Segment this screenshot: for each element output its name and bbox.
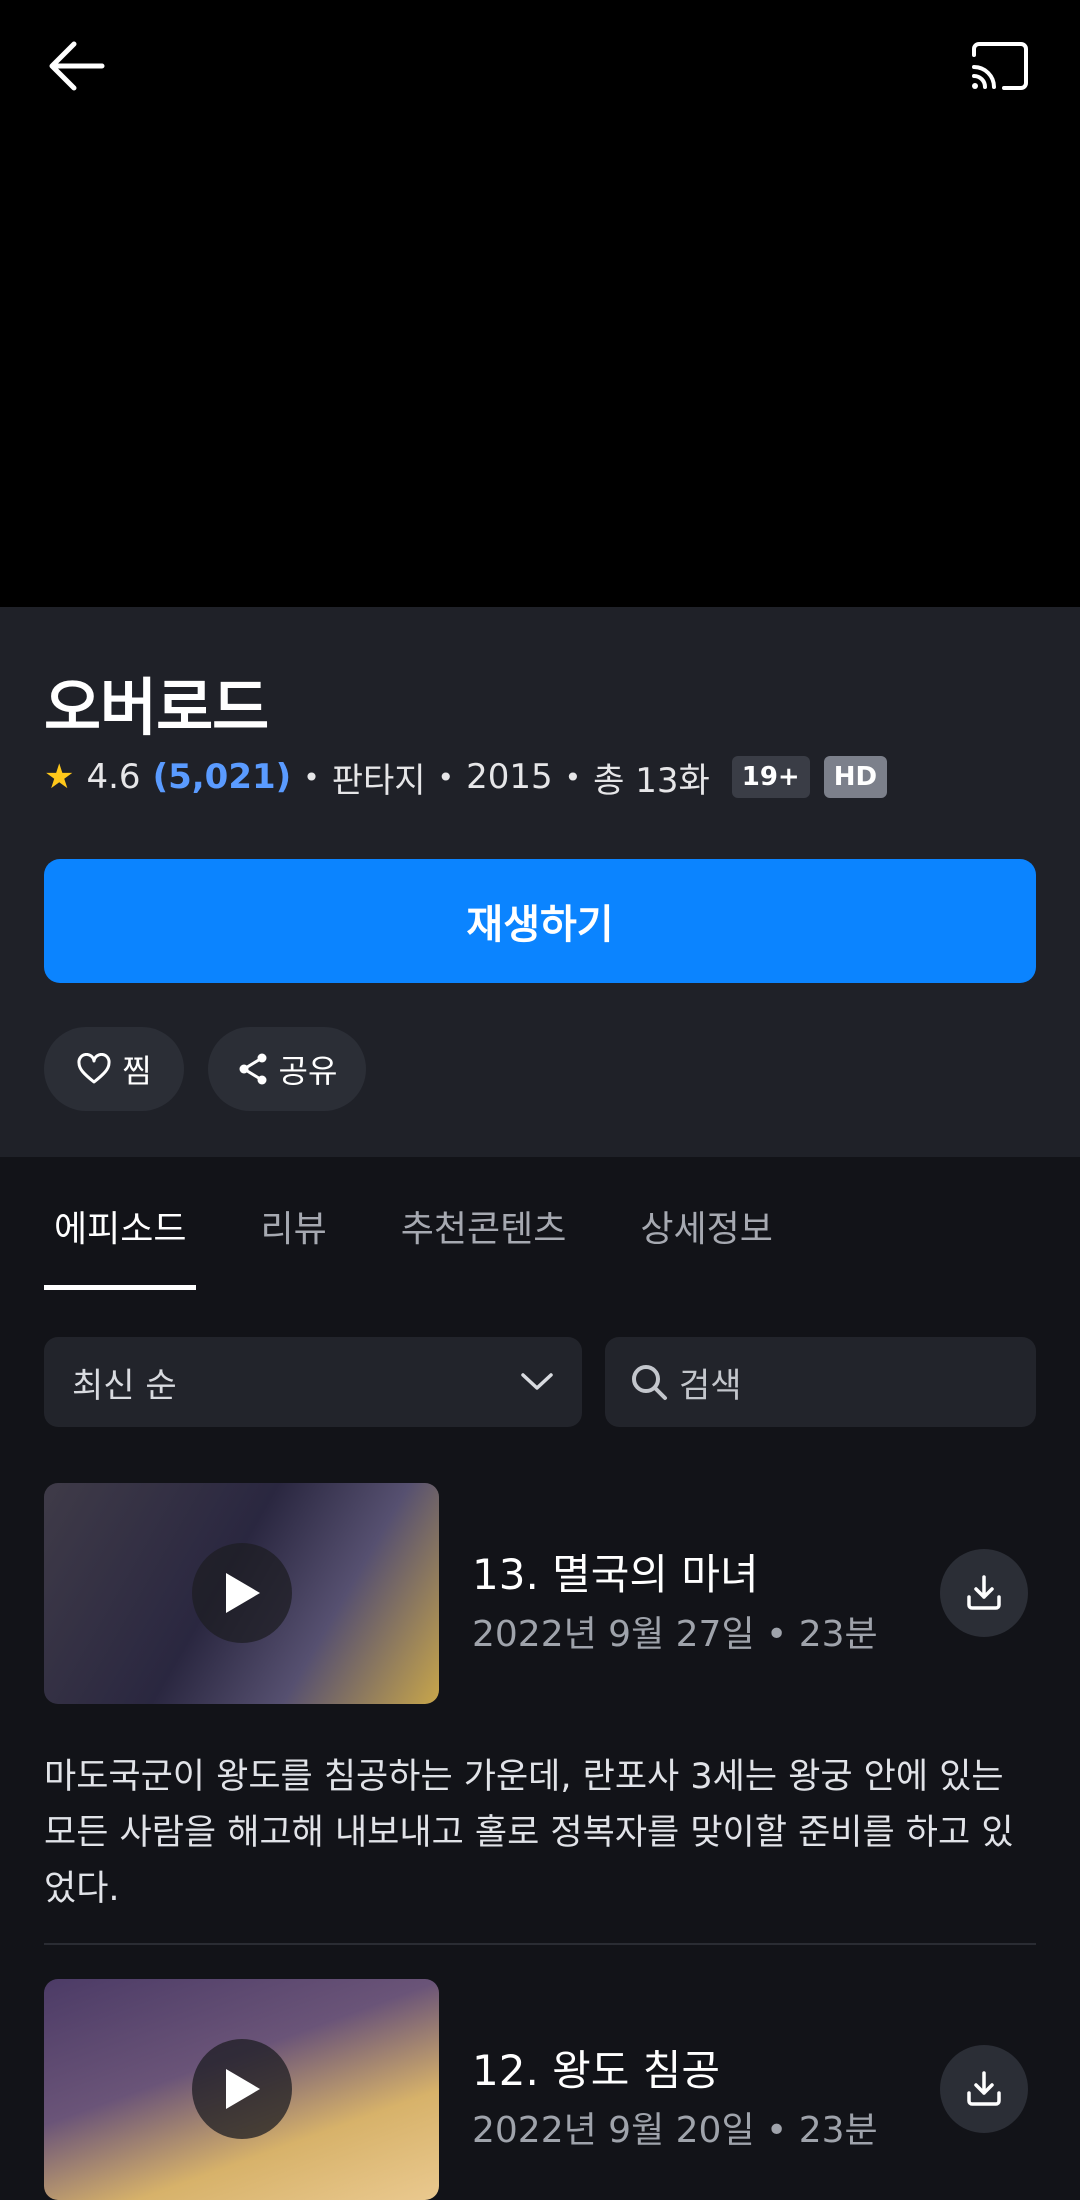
tab-recommended[interactable]: 추천콘텐츠 (391, 1200, 577, 1290)
show-meta: ★ 4.6 (5,021) • 판타지 • 2015 • 총 13화 19+ H… (44, 755, 888, 801)
episode-date: 2022년 9월 20일 (472, 2110, 755, 2151)
episode-thumbnail[interactable] (44, 1979, 439, 2200)
episode-meta: 2022년 9월 20일 • 23분 (472, 2101, 878, 2153)
episode-item: 13. 멸국의 마녀 2022년 9월 27일 • 23분 마도국군이 왕도를 … (44, 1483, 1036, 1913)
episode-duration: 23분 (798, 2110, 878, 2151)
episode-thumbnail[interactable] (44, 1483, 439, 1704)
age-rating-badge: 19+ (731, 756, 810, 798)
wishlist-label: 찜 (122, 1052, 152, 1090)
episode-title: 12. 왕도 침공 (472, 2046, 721, 2095)
tab-details[interactable]: 상세정보 (630, 1200, 782, 1290)
play-button[interactable]: 재생하기 (44, 859, 1036, 983)
episode-title: 13. 멸국의 마녀 (472, 1550, 759, 1599)
share-button[interactable]: 공유 (208, 1027, 366, 1111)
video-player-area[interactable] (0, 0, 1080, 607)
rating-value: 4.6 (86, 757, 141, 797)
tab-episodes[interactable]: 에피소드 (44, 1200, 197, 1290)
sort-value: 최신 순 (72, 1365, 177, 1406)
heart-icon (77, 1053, 111, 1084)
episode-total: 총 13화 (593, 760, 710, 801)
cast-button[interactable] (964, 34, 1036, 98)
play-icon (226, 1573, 260, 1613)
separator-dot: • (766, 2110, 799, 2151)
rating-count[interactable]: (5,021) (153, 757, 292, 797)
episode-duration: 23분 (798, 1614, 878, 1655)
genre: 판타지 (331, 760, 426, 801)
separator-dot: • (303, 760, 320, 794)
episode-meta: 2022년 9월 27일 • 23분 (472, 1605, 878, 1657)
wishlist-button[interactable]: 찜 (44, 1027, 184, 1111)
share-label: 공유 (278, 1052, 338, 1090)
chevron-down-icon (521, 1373, 553, 1390)
download-icon (967, 1575, 1001, 1610)
episode-description: 마도국군이 왕도를 침공하는 가운데, 란포사 3세는 왕궁 안에 있는 모든 … (44, 1757, 1014, 1909)
search-placeholder: 검색 (679, 1365, 742, 1406)
download-button[interactable] (940, 1549, 1028, 1637)
quality-badge: HD (823, 756, 888, 798)
show-title: 오버로드 (44, 671, 269, 744)
back-button[interactable] (40, 34, 112, 98)
share-icon (239, 1053, 267, 1085)
star-icon: ★ (44, 757, 75, 797)
show-info-section: 오버로드 ★ 4.6 (5,021) • 판타지 • 2015 • 총 13화 … (0, 607, 1080, 1157)
episode-play-button[interactable] (192, 1543, 292, 1643)
episode-item: 12. 왕도 침공 2022년 9월 20일 • 23분 (44, 1979, 1036, 2200)
episode-date: 2022년 9월 27일 (472, 1614, 755, 1655)
tab-reviews[interactable]: 리뷰 (250, 1200, 336, 1290)
separator-dot: • (437, 760, 455, 794)
separator-dot: • (564, 760, 582, 794)
content-tabs: 에피소드 리뷰 추천콘텐츠 상세정보 (44, 1200, 837, 1290)
sort-dropdown[interactable]: 최신 순 (44, 1337, 582, 1427)
separator-dot: • (766, 1614, 799, 1655)
arrow-left-icon (49, 41, 105, 91)
divider (44, 1943, 1036, 1945)
cast-icon (972, 42, 1028, 90)
episode-play-button[interactable] (192, 2039, 292, 2139)
download-icon (967, 2071, 1001, 2106)
year: 2015 (466, 757, 553, 797)
episode-search-input[interactable]: 검색 (605, 1337, 1036, 1427)
play-icon (226, 2069, 260, 2109)
search-icon (632, 1365, 667, 1400)
